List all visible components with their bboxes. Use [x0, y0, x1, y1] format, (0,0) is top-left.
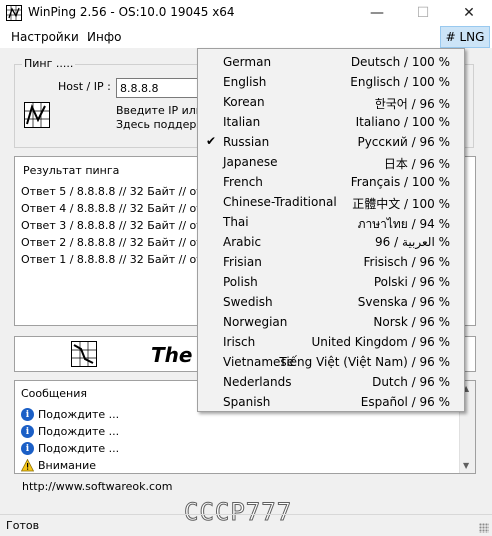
language-dropdown-menu: German Deutsch / 100 % English Englisch …: [197, 48, 465, 412]
language-item-polish[interactable]: Polish Polski / 96 %: [198, 272, 464, 292]
language-item-french[interactable]: French Français / 100 %: [198, 172, 464, 192]
menu-settings[interactable]: Настройки: [11, 30, 79, 44]
message-row: i Подождите ...: [21, 425, 119, 438]
language-item-chinese-traditional[interactable]: Chinese-Traditional 正體中文 / 100 %: [198, 192, 464, 212]
language-item-swedish[interactable]: Swedish Svenska / 96 %: [198, 292, 464, 312]
language-item-arabic[interactable]: Arabic 96 / العربية %: [198, 232, 464, 252]
status-text: Готов: [6, 519, 40, 532]
messages-title: Сообщения: [21, 387, 88, 400]
checkmark-icon: ✔: [206, 134, 217, 148]
result-row: Ответ 1 / 8.8.8.8 // 32 Байт // отв: [21, 253, 210, 266]
host-ip-label: Host / IP :: [58, 80, 111, 93]
message-row: i Подождите ...: [21, 442, 119, 455]
window-title: WinPing 2.56 - OS:10.0 19045 x64: [28, 5, 235, 19]
close-button[interactable]: ✕: [446, 0, 492, 26]
language-item-spanish[interactable]: Spanish Español / 96 %: [198, 392, 464, 412]
language-item-italian[interactable]: Italian Italiano / 100 %: [198, 112, 464, 132]
host-ip-input[interactable]: [116, 78, 200, 98]
title-bar: WinPing 2.56 - OS:10.0 19045 x64 — ☐ ✕: [0, 0, 492, 26]
minimize-button[interactable]: —: [354, 0, 400, 26]
message-row: i Подождите ...: [21, 408, 119, 421]
winping-app-icon[interactable]: [6, 5, 22, 21]
warning-icon: [20, 458, 35, 472]
language-menu-button[interactable]: # LNG: [440, 26, 490, 48]
host-hint-line2: Здесь поддерж: [116, 118, 207, 131]
language-item-nederlands[interactable]: Nederlands Dutch / 96 %: [198, 372, 464, 392]
menu-bar: Настройки Инфо: [0, 26, 492, 48]
message-text: Подождите ...: [38, 425, 120, 438]
language-item-vietnamese[interactable]: Vietnamese Tiếng Việt (Việt Nam) / 96 %: [198, 352, 464, 372]
scroll-down-arrow-icon[interactable]: ▼: [463, 461, 469, 470]
result-row: Ответ 4 / 8.8.8.8 // 32 Байт // отв: [21, 202, 210, 215]
resize-grip-icon[interactable]: [479, 523, 489, 533]
ping-grid-icon[interactable]: [24, 102, 50, 128]
info-icon: i: [21, 442, 34, 455]
language-item-japanese[interactable]: Japanese 日本 / 96 %: [198, 152, 464, 172]
website-link[interactable]: http://www.softwareok.com: [22, 480, 173, 493]
message-text: Внимание: [38, 459, 97, 472]
result-row: Ответ 2 / 8.8.8.8 // 32 Байт // отв: [21, 236, 210, 249]
message-text: Подождите ...: [38, 408, 120, 421]
message-text: Подождите ...: [38, 442, 120, 455]
ping-grid-icon[interactable]: [71, 341, 97, 367]
language-item-german[interactable]: German Deutsch / 100 %: [198, 52, 464, 72]
info-icon: i: [21, 408, 34, 421]
language-item-russian[interactable]: ✔ Russian Русский / 96 %: [198, 132, 464, 152]
language-item-irisch[interactable]: Irisch United Kingdom / 96 %: [198, 332, 464, 352]
message-row: Внимание: [20, 458, 97, 472]
language-item-korean[interactable]: Korean 한국어 / 96 %: [198, 92, 464, 112]
result-row: Ответ 5 / 8.8.8.8 // 32 Байт // отв: [21, 185, 210, 198]
maximize-button[interactable]: ☐: [400, 0, 446, 26]
ping-group-label: Пинг .....: [22, 57, 76, 70]
language-item-english[interactable]: English Englisch / 100 %: [198, 72, 464, 92]
info-icon: i: [21, 425, 34, 438]
result-row: Ответ 3 / 8.8.8.8 // 32 Байт // отв: [21, 219, 210, 232]
language-item-thai[interactable]: Thai ภาษาไทย / 94 %: [198, 212, 464, 232]
language-item-frisian[interactable]: Frisian Frisisch / 96 %: [198, 252, 464, 272]
results-title: Результат пинга: [23, 164, 120, 177]
status-bar: Готов: [0, 514, 492, 536]
menu-info[interactable]: Инфо: [87, 30, 121, 44]
banner-text: The: [151, 343, 193, 367]
language-item-norwegian[interactable]: Norwegian Norsk / 96 %: [198, 312, 464, 332]
